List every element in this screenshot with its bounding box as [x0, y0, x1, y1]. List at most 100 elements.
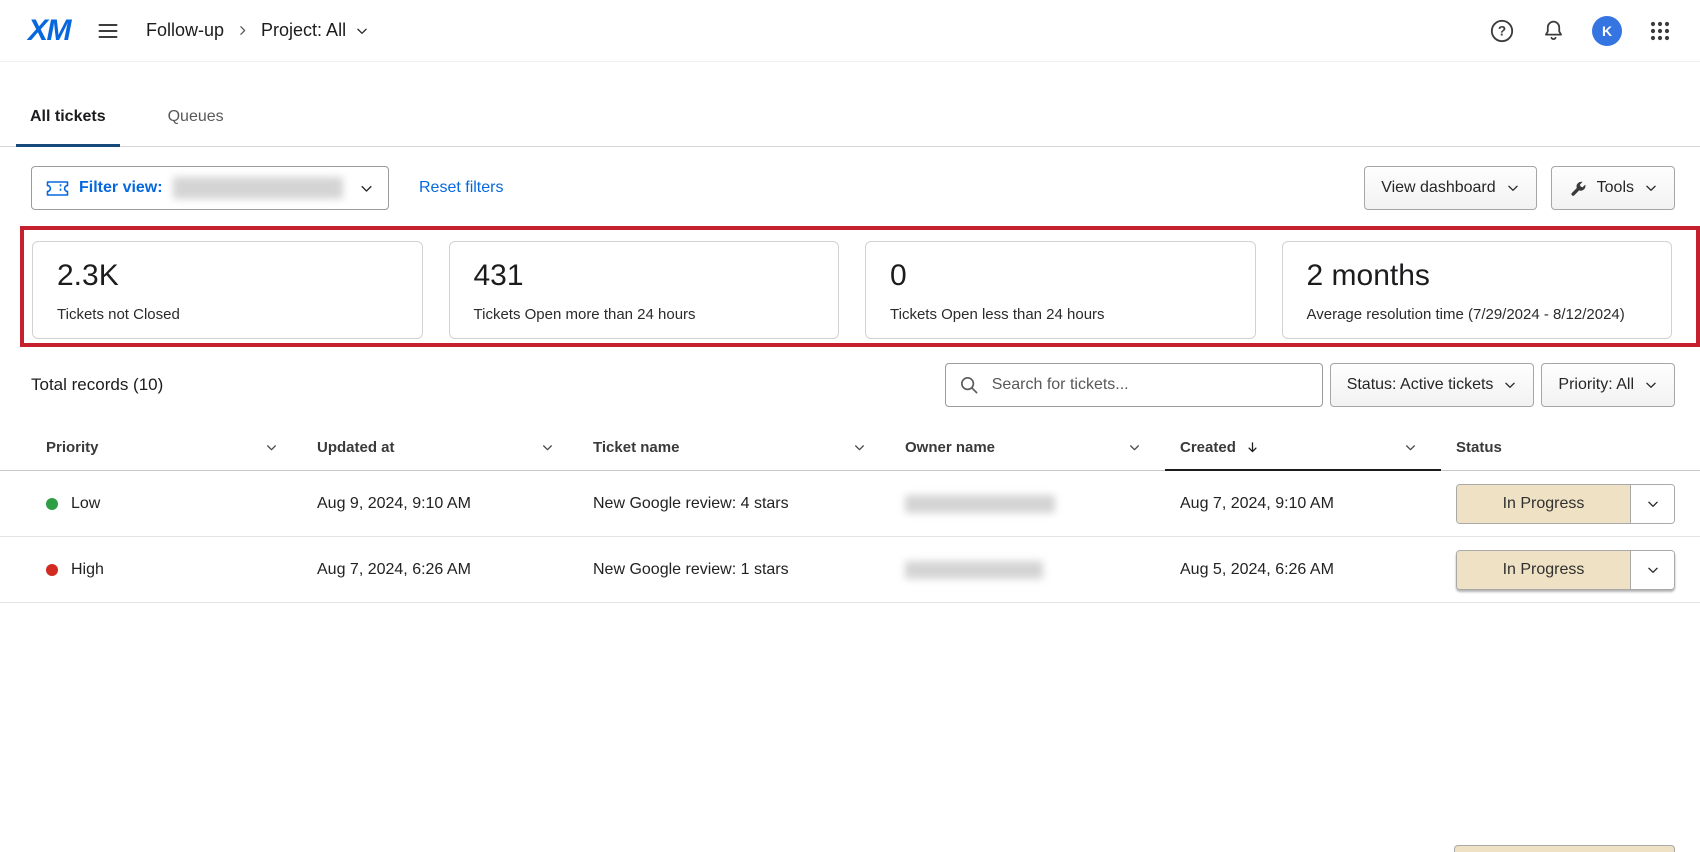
apps-button[interactable]: [1648, 19, 1672, 43]
view-dashboard-label: View dashboard: [1381, 179, 1495, 197]
breadcrumb-section[interactable]: Follow-up: [146, 20, 224, 41]
toolbar-actions: View dashboard Tools: [1364, 166, 1675, 210]
tools-label: Tools: [1597, 179, 1634, 197]
xm-logo[interactable]: XM: [28, 14, 70, 48]
column-header-status: Status: [1441, 425, 1675, 470]
tab-all-tickets[interactable]: All tickets: [16, 78, 120, 147]
column-menu-chevron-icon[interactable]: [265, 441, 278, 454]
filter-view-selector[interactable]: Filter view:: [31, 166, 389, 210]
status-dropdown[interactable]: In Progress: [1456, 550, 1675, 590]
priority-label: High: [71, 561, 104, 579]
page-tabs: All tickets Queues: [0, 78, 1700, 147]
records-toolbar: Total records (10) Status: Active ticket…: [31, 363, 1675, 407]
chevron-down-icon: [1644, 378, 1658, 392]
column-label: Priority: [46, 439, 99, 456]
wrench-icon: [1568, 179, 1587, 198]
chevron-down-icon: [1646, 497, 1660, 511]
priority-filter-dropdown[interactable]: Priority: All: [1541, 363, 1675, 407]
column-menu-chevron-icon[interactable]: [853, 441, 866, 454]
tools-button[interactable]: Tools: [1551, 166, 1675, 210]
apps-grid-icon: [1648, 19, 1672, 43]
status-caret[interactable]: [1630, 485, 1674, 523]
column-label: Ticket name: [593, 439, 679, 456]
search-input[interactable]: [945, 363, 1323, 407]
help-button[interactable]: ?: [1489, 18, 1515, 44]
chevron-down-icon: [1503, 378, 1517, 392]
filter-toolbar: Filter view: Reset filters View dashboar…: [31, 166, 1675, 210]
top-navigation-bar: XM Follow-up Project: All ? K: [0, 0, 1700, 62]
status-filter-dropdown[interactable]: Status: Active tickets: [1330, 363, 1535, 407]
notifications-button[interactable]: [1541, 18, 1566, 43]
column-menu-chevron-icon[interactable]: [541, 441, 554, 454]
priority-cell: High: [31, 561, 302, 579]
tickets-table: Priority Updated at Ticket name Owner na…: [0, 425, 1700, 603]
help-icon: ?: [1489, 18, 1515, 44]
column-header-priority[interactable]: Priority: [31, 425, 302, 470]
records-controls: Status: Active tickets Priority: All: [945, 363, 1675, 407]
chevron-down-icon: [355, 24, 369, 38]
priority-cell: Low: [31, 495, 302, 513]
stat-card-open-more-24h: 431 Tickets Open more than 24 hours: [449, 241, 840, 339]
sort-descending-icon[interactable]: [1245, 440, 1260, 455]
column-header-created[interactable]: Created: [1165, 425, 1441, 470]
chevron-down-icon: [1644, 181, 1658, 195]
project-selector[interactable]: Project: All: [261, 20, 369, 41]
table-header-row: Priority Updated at Ticket name Owner na…: [0, 425, 1700, 471]
status-value: In Progress: [1457, 551, 1630, 589]
created-cell: Aug 7, 2024, 9:10 AM: [1165, 495, 1441, 513]
topbar-actions: ? K: [1489, 16, 1672, 46]
owner-name-cell: [890, 495, 1165, 513]
menu-button[interactable]: [96, 19, 120, 43]
column-menu-chevron-icon[interactable]: [1128, 441, 1141, 454]
priority-dot: [46, 498, 58, 510]
chevron-down-icon: [359, 181, 374, 196]
view-dashboard-button[interactable]: View dashboard: [1364, 166, 1536, 210]
priority-dot: [46, 564, 58, 576]
owner-name-cell: [890, 561, 1165, 579]
ticket-row[interactable]: High Aug 7, 2024, 6:26 AM New Google rev…: [0, 537, 1700, 603]
stats-section: 2.3K Tickets not Closed 431 Tickets Open…: [0, 241, 1700, 339]
status-value: In Progress: [1457, 485, 1630, 523]
project-selector-label: Project: All: [261, 20, 346, 41]
status-filter-label: Status: Active tickets: [1347, 376, 1494, 394]
bell-icon: [1541, 18, 1566, 43]
chevron-down-icon: [1646, 563, 1660, 577]
user-avatar[interactable]: K: [1592, 16, 1622, 46]
column-label: Status: [1456, 439, 1502, 456]
stat-card-tickets-not-closed: 2.3K Tickets not Closed: [32, 241, 423, 339]
reset-filters-link[interactable]: Reset filters: [419, 179, 503, 197]
stat-label: Tickets Open less than 24 hours: [890, 306, 1231, 323]
column-label: Updated at: [317, 439, 395, 456]
stat-value: 2 months: [1307, 259, 1648, 293]
created-cell: Aug 5, 2024, 6:26 AM: [1165, 561, 1441, 579]
column-menu-chevron-icon[interactable]: [1404, 441, 1417, 454]
stat-card-avg-resolution-time: 2 months Average resolution time (7/29/2…: [1282, 241, 1673, 339]
tab-queues[interactable]: Queues: [154, 78, 238, 147]
column-label: Owner name: [905, 439, 995, 456]
search-box: [945, 363, 1323, 407]
filter-view-value-redacted: [173, 177, 343, 199]
svg-text:?: ?: [1498, 23, 1506, 38]
ticket-name-cell: New Google review: 4 stars: [578, 495, 890, 513]
stat-label: Tickets not Closed: [57, 306, 398, 323]
stats-grid: 2.3K Tickets not Closed 431 Tickets Open…: [0, 241, 1700, 339]
stat-card-open-less-24h: 0 Tickets Open less than 24 hours: [865, 241, 1256, 339]
chevron-right-icon: [236, 24, 249, 37]
chevron-down-icon: [1506, 181, 1520, 195]
owner-name-redacted: [905, 561, 1043, 579]
filter-view-label: Filter view:: [79, 179, 163, 197]
stat-label: Average resolution time (7/29/2024 - 8/1…: [1307, 306, 1648, 323]
updated-at-cell: Aug 7, 2024, 6:26 AM: [302, 561, 578, 579]
stat-value: 2.3K: [57, 259, 398, 293]
status-caret[interactable]: [1630, 551, 1674, 589]
column-header-updated-at[interactable]: Updated at: [302, 425, 578, 470]
ticket-row[interactable]: Low Aug 9, 2024, 9:10 AM New Google revi…: [0, 471, 1700, 537]
column-header-ticket-name[interactable]: Ticket name: [578, 425, 890, 470]
priority-filter-label: Priority: All: [1558, 376, 1634, 394]
column-label: Created: [1180, 439, 1236, 456]
stat-value: 0: [890, 259, 1231, 293]
status-cell: In Progress: [1441, 550, 1675, 590]
status-dropdown[interactable]: In Progress: [1456, 484, 1675, 524]
partial-status-button: [1454, 845, 1675, 852]
column-header-owner-name[interactable]: Owner name: [890, 425, 1165, 470]
